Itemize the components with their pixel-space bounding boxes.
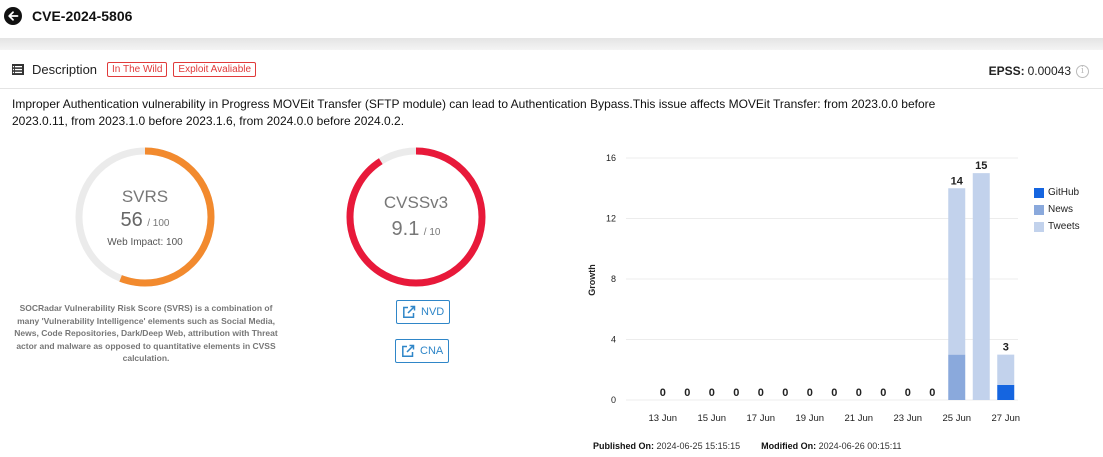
bar-news[interactable] [948, 354, 966, 400]
bar-total-label: 0 [807, 387, 813, 399]
in-the-wild-badge: In The Wild [107, 61, 168, 77]
external-link-icon [403, 305, 416, 318]
modified-value: 2024-06-26 00:15:11 [818, 441, 902, 451]
bar-total-label: 0 [782, 387, 788, 399]
bar-total-label: 0 [929, 387, 935, 399]
legend-label: GitHub [1048, 187, 1080, 198]
bar-total-label: 15 [975, 160, 987, 172]
exploit-available-badge: Exploit Avaliable [173, 61, 257, 77]
cvss-score-value: 9.1 [391, 218, 420, 240]
epss-label: EPSS: [988, 64, 1025, 78]
x-tick-label: 27 Jun [991, 413, 1020, 424]
x-tick-label: 17 Jun [746, 413, 775, 424]
epss-score: EPSS: 0.00043 i [989, 64, 1089, 78]
bar-total-label: 0 [880, 387, 886, 399]
cvss-score-max: / 10 [423, 227, 441, 238]
bar-total-label: 14 [951, 175, 964, 187]
svrs-score: 56 / 100 [73, 209, 217, 232]
back-arrow-icon[interactable] [4, 7, 22, 25]
bar-total-label: 0 [684, 387, 690, 399]
bar-total-label: 0 [758, 387, 764, 399]
cvss-score-arc [346, 147, 486, 287]
legend-item-news[interactable]: News [1034, 201, 1080, 218]
legend-label: Tweets [1048, 221, 1080, 232]
bar-total-label: 3 [1003, 342, 1009, 354]
legend-item-github[interactable]: GitHub [1034, 184, 1080, 201]
x-tick-label: 23 Jun [893, 413, 922, 424]
nvd-label: NVD [421, 306, 445, 318]
cna-label: CNA [420, 345, 444, 357]
y-tick-label: 16 [606, 153, 616, 163]
epss-value: 0.00043 [1027, 64, 1071, 78]
bar-total-label: 0 [905, 387, 911, 399]
nvd-link-button[interactable]: NVD [396, 300, 451, 324]
cna-link-button[interactable]: CNA [395, 339, 450, 363]
published-label: Published On: [593, 441, 655, 451]
x-tick-label: 25 Jun [942, 413, 971, 424]
cvss-title: CVSSv3 [383, 193, 449, 212]
x-tick-label: 13 Jun [648, 413, 677, 424]
list-icon [12, 63, 24, 75]
svrs-score-max: / 100 [147, 218, 170, 229]
bar-tweets[interactable] [997, 354, 1015, 385]
svrs-title: SVRS [121, 187, 169, 206]
legend-item-tweets[interactable]: Tweets [1034, 218, 1080, 235]
svrs-gauge: SVRS 56 / 100 Web Impact: 100 [73, 145, 217, 289]
legend-swatch [1034, 221, 1044, 232]
svrs-web-impact: Web Impact: 100 [107, 237, 183, 248]
bar-total-label: 0 [856, 387, 862, 399]
info-icon[interactable]: i [1076, 64, 1089, 78]
growth-chart: 0 4 8 12 16 0 0 0 0 0 0 0 0 0 0 0 0 14 15 3 13 Jun 15 Jun 17… [587, 153, 1020, 424]
x-tick-label: 15 Jun [697, 413, 726, 424]
svrs-description: SOCRadar Vulnerability Risk Score (SVRS)… [14, 303, 278, 363]
y-tick-label: 4 [611, 335, 616, 345]
bar-github[interactable] [997, 384, 1015, 400]
bar-tweets[interactable] [948, 188, 966, 355]
y-tick-label: 12 [606, 214, 616, 224]
description-header: Description In The Wild Exploit Avaliabl… [12, 60, 262, 78]
cvss-gauge: CVSSv3 9.1 / 10 [344, 145, 488, 289]
bar-total-label: 0 [733, 387, 739, 399]
y-tick-label: 0 [611, 395, 616, 405]
bar-tweets[interactable] [972, 173, 990, 400]
bar-total-label: 0 [709, 387, 715, 399]
description-label: Description [32, 61, 98, 77]
y-axis-label: Growth [587, 264, 597, 296]
y-tick-label: 8 [611, 274, 616, 284]
meta-info: Published On: 2024-06-25 15:15:15 Modifi… [593, 441, 902, 451]
legend-swatch [1034, 204, 1044, 215]
bar-total-label: 0 [660, 387, 666, 399]
bar-total-label: 0 [831, 387, 837, 399]
published-value: 2024-06-25 15:15:15 [656, 441, 741, 451]
modified-label: Modified On: [761, 441, 817, 451]
svrs-score-value: 56 [120, 209, 143, 231]
page-title: CVE-2024-5806 [32, 8, 133, 24]
section-divider [0, 88, 1103, 89]
legend-swatch [1034, 187, 1044, 198]
description-text: Improper Authentication vulnerability in… [12, 97, 936, 128]
x-tick-label: 21 Jun [844, 413, 873, 424]
header-divider [0, 38, 1103, 50]
top-bar: CVE-2024-5806 [0, 0, 1103, 38]
x-tick-label: 19 Jun [795, 413, 824, 424]
legend-label: News [1048, 204, 1074, 215]
cvss-score: 9.1 / 10 [344, 218, 488, 241]
external-link-icon [402, 344, 415, 357]
chart-legend: GitHub News Tweets [1034, 184, 1080, 235]
